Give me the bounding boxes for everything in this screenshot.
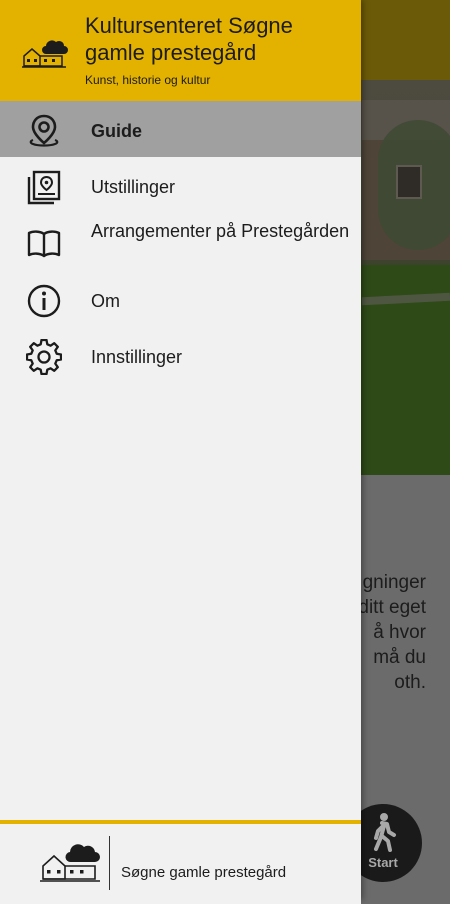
menu-item-label: Innstillinger	[91, 347, 183, 367]
menu-item-label: Guide	[91, 121, 143, 141]
map-pin-icon	[29, 114, 59, 147]
photo-window	[396, 165, 422, 199]
drawer-subtitle: Kunst, historie og kultur	[85, 73, 211, 87]
drawer-title: Kultursenteret Søgne gamle prestegård	[85, 13, 293, 65]
menu-item-label: Om	[91, 291, 120, 311]
book-icon	[27, 230, 61, 258]
walking-person-icon	[374, 813, 396, 852]
menu-item-innstillinger[interactable]: Innstillinger	[0, 327, 361, 383]
parsonage-logo-icon	[22, 40, 68, 68]
menu-item-utstillinger[interactable]: Utstillinger	[0, 157, 361, 213]
info-icon	[27, 284, 61, 318]
menu-item-guide[interactable]: Guide	[0, 101, 361, 157]
menu-item-om[interactable]: Om	[0, 271, 361, 327]
footer-divider	[109, 836, 110, 890]
gear-icon	[26, 339, 62, 375]
parsonage-logo-icon	[40, 844, 100, 882]
drawer-menu: Guide Utstillinger Arrangementer på Pres…	[0, 101, 361, 383]
menu-item-label: Utstillinger	[91, 177, 176, 197]
footer-title: Søgne gamle prestegård	[121, 864, 287, 881]
exhibition-icon	[27, 170, 61, 205]
navigation-drawer: Kultursenteret Søgne gamle prestegård Ku…	[0, 0, 361, 904]
drawer-header: Kultursenteret Søgne gamle prestegård Ku…	[0, 0, 361, 101]
menu-item-arrangementer[interactable]: Arrangementer på Prestegården	[0, 213, 361, 271]
menu-item-label: Arrangementer på Prestegården	[91, 221, 350, 241]
drawer-footer: Søgne gamle prestegård	[0, 820, 361, 904]
